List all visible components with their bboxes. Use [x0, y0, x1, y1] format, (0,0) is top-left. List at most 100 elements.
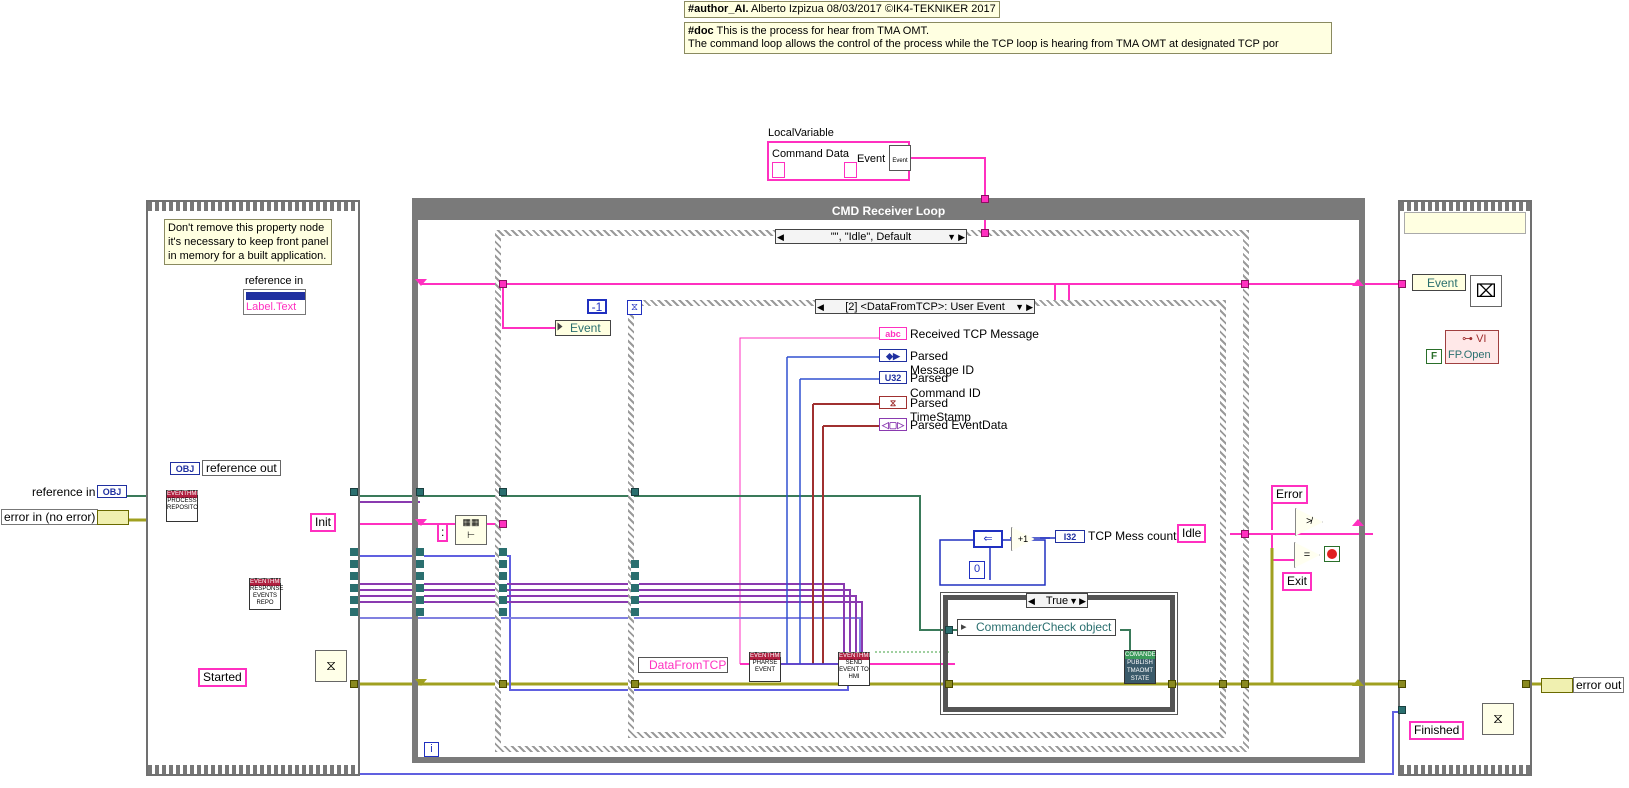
parse-event-subvi[interactable]: EVENTHMI PHARSE EVENT — [749, 652, 781, 682]
right-frame-err-tunnel-right — [1522, 680, 1530, 688]
outer-case-dropdown-icon[interactable]: ▼ — [947, 230, 956, 245]
event-node-arrow — [557, 322, 563, 331]
command-data-terminal — [772, 162, 785, 178]
shift-register-left — [415, 279, 427, 286]
parsed-eventdata-tag: ◁▢▷ — [879, 418, 907, 431]
event-next-icon[interactable]: ▶ — [1026, 300, 1033, 315]
inner-case-next-icon[interactable]: ▶ — [1079, 594, 1086, 609]
error-shift-register-right — [1352, 679, 1364, 686]
outer-case-prev-icon[interactable]: ◀ — [777, 230, 784, 245]
false-constant[interactable]: F — [1426, 349, 1442, 364]
outer-case-event-tunnel — [981, 229, 989, 237]
error-constant[interactable]: Error — [1271, 485, 1308, 504]
tcp-mess-counter-tag: I32 — [1055, 530, 1085, 543]
vi-reference-label: ⊶ VI — [1462, 333, 1487, 345]
right-frame-header — [1404, 212, 1526, 234]
send-state-started-subvi[interactable]: ⧖ — [315, 650, 347, 682]
tunnel-stack-case — [499, 548, 507, 616]
event-terminal — [844, 162, 857, 178]
parsed-message-id-tag: ◆▶ — [879, 349, 907, 362]
tunnel-err-event-right — [1219, 680, 1227, 688]
loop-title: CMD Receiver Loop — [831, 204, 946, 218]
finished-constant[interactable]: Finished — [1409, 721, 1465, 740]
tunnel-err-inner-right — [1168, 680, 1176, 688]
event-node-left[interactable]: Event — [555, 320, 611, 336]
outer-case-selector[interactable]: ◀ "", "Idle", Default ▼ ▶ — [775, 229, 967, 244]
doc-note: #doc This is the process for hear from T… — [684, 22, 1332, 54]
reference-in-terminal[interactable]: OBJ — [97, 485, 127, 498]
idle-constant[interactable]: Idle — [1177, 524, 1207, 543]
tunnel-obj-case-left — [499, 488, 507, 496]
tunnel-obj-frame — [350, 488, 358, 496]
tunnel-state-case-right — [1241, 530, 1249, 538]
send-state-finished-subvi[interactable]: ⧖ — [1482, 703, 1514, 735]
parsed-label-1: Parsed — [910, 349, 949, 363]
state-shift-register-right — [1352, 519, 1364, 526]
tunnel-err-case — [499, 680, 507, 688]
stop-condition-icon[interactable] — [1324, 546, 1340, 562]
parsed-timestamp-tag: ⧖ — [879, 396, 907, 409]
init-constant[interactable]: Init — [310, 513, 337, 532]
stop-condition-dot — [1327, 549, 1337, 559]
event-dropdown-icon[interactable]: ▼ — [1015, 300, 1024, 315]
tunnel-obj-event — [631, 488, 639, 496]
right-frame-event-tunnel — [1398, 280, 1406, 288]
event-label: Event — [857, 153, 886, 165]
right-frame-err-tunnel-left — [1398, 680, 1406, 688]
tunnel-stack-frame — [350, 548, 358, 616]
parsed-label-3: Parsed — [910, 396, 949, 410]
state-shift-register-left — [415, 519, 427, 526]
received-tcp-message-tag: abc — [879, 327, 907, 340]
error-shift-register-left — [415, 679, 427, 686]
event-structure-selector[interactable]: ◀ [2] <DataFromTCP>: User Event ▼ ▶ — [815, 299, 1035, 314]
local-variable-node[interactable]: Command Data Event Event — [767, 141, 911, 181]
loop-iteration-terminal: i — [424, 742, 439, 757]
counter-init-zero[interactable]: 0 — [969, 561, 985, 579]
counter-feedback-node: ⇐ — [973, 530, 1003, 548]
lv-tunnel-top — [981, 195, 989, 203]
event-prev-icon[interactable]: ◀ — [817, 300, 824, 315]
send-event-to-hmi-subvi[interactable]: EVENTHMI SEND EVENT TO HMI — [838, 652, 870, 686]
shift-register-right — [1352, 279, 1364, 286]
parsed-label-2: Parsed — [910, 371, 949, 385]
inner-case-selector[interactable]: ◀ True ▼ ▶ — [1026, 593, 1088, 608]
reference-out-obj-tag: OBJ — [170, 462, 200, 475]
tunnel-err-case-right — [1241, 680, 1249, 688]
error-in-terminal[interactable] — [97, 510, 129, 525]
reference-out-indicator[interactable]: reference out — [202, 460, 281, 476]
exit-constant[interactable]: Exit — [1282, 572, 1313, 591]
tunnel-event-case-left — [499, 280, 507, 288]
inner-case-prev-icon[interactable]: ◀ — [1028, 594, 1035, 609]
tunnel-err-frame — [350, 680, 358, 688]
tunnel-err-event — [631, 680, 639, 688]
command-data-label: Command Data — [772, 148, 850, 160]
timeout-hourglass-icon: ⧖ — [627, 300, 642, 315]
tunnel-obj-inner — [945, 626, 953, 634]
response-events-repo-subvi[interactable]: EVENTHMI RESPONSE EVENTS REPO — [249, 578, 283, 610]
commander-check-object-node[interactable]: CommanderCheck object — [957, 619, 1117, 636]
started-constant[interactable]: Started — [198, 668, 247, 687]
tunnel-stack-loop — [416, 548, 424, 616]
tcp-mess-counter-label: TCP Mess counte — [1088, 529, 1184, 543]
publish-tmaomt-state-subvi[interactable]: COMANDE PUBLISH TMAOMT STATE — [1124, 650, 1156, 684]
author-note: #author_AI. Alberto Izpizua 08/03/2017 ©… — [684, 1, 1000, 18]
tunnel-init-case — [499, 520, 507, 528]
inner-case-dropdown-icon[interactable]: ▼ — [1069, 594, 1078, 609]
tunnel-obj-loop-left — [416, 488, 424, 496]
enqueue-state-subvi[interactable]: ▦▦ ⊢ — [455, 515, 487, 545]
received-tcp-message-label: Received TCP Message — [910, 327, 1039, 341]
datafromtcp-node[interactable]: DataFromTCP — [638, 657, 728, 673]
vi-property-node[interactable]: ⊶ VI FP.Open — [1445, 330, 1499, 364]
right-frame-event-node[interactable]: Event — [1412, 274, 1466, 291]
tunnel-event-case-right — [1241, 280, 1249, 288]
timeout-constant[interactable]: -1 — [587, 299, 607, 314]
property-reference-in-label: reference in — [245, 275, 304, 287]
enum-separator-constant[interactable]: : — [437, 523, 449, 542]
error-out-terminal[interactable] — [1541, 678, 1573, 693]
process-repository-subvi[interactable]: EVENTHMI PROCESS REPOSITO — [166, 490, 198, 522]
error-out-terminal-label: error out — [1573, 677, 1625, 693]
property-node-note: Don't remove this property node it's nec… — [164, 219, 333, 265]
property-node[interactable]: Label.Text — [243, 289, 306, 315]
outer-case-next-icon[interactable]: ▶ — [958, 230, 965, 245]
unregister-event-icon[interactable]: ⌧ — [1470, 275, 1502, 307]
